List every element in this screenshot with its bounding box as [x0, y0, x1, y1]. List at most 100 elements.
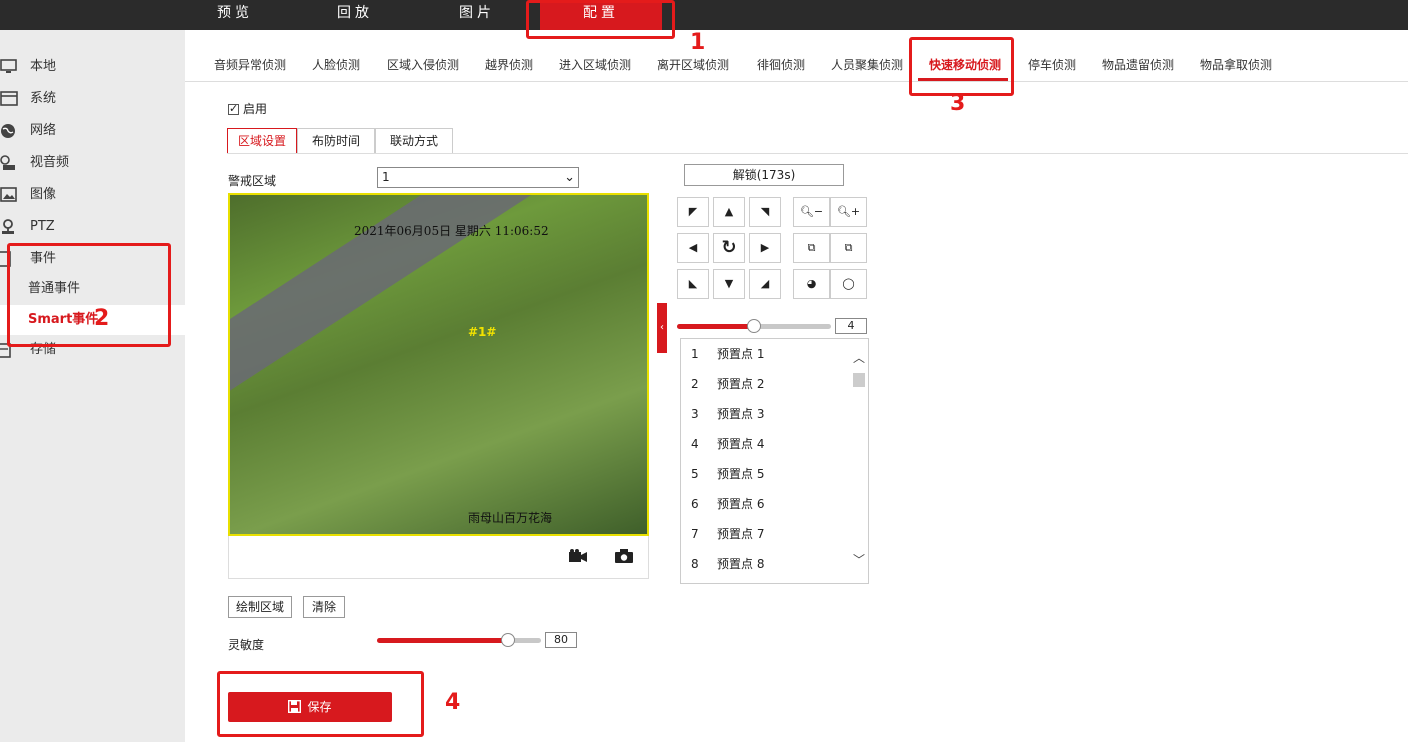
- preset-row[interactable]: 1 预置点 1: [681, 339, 851, 369]
- sidebar-item-label: PTZ: [30, 219, 55, 234]
- sidebar-item-system[interactable]: 系统: [0, 84, 185, 114]
- top-nav-bar: 预览 回放 图片 配置: [0, 0, 1408, 30]
- preset-number: 6: [691, 497, 699, 511]
- tab-audio-exception[interactable]: 音频异常侦测: [214, 56, 286, 73]
- tab-linkage-method[interactable]: 联动方式: [375, 128, 453, 154]
- ptz-up-left-button[interactable]: ◤: [677, 197, 709, 227]
- arrow-up-icon: ▲: [724, 205, 734, 218]
- ptz-down-left-button[interactable]: ◣: [677, 269, 709, 299]
- sidebar-item-label: 网络: [30, 123, 57, 138]
- nav-picture[interactable]: 图片: [432, 0, 522, 30]
- annotation-box-2: [7, 243, 171, 347]
- tab-loitering[interactable]: 徘徊侦测: [757, 56, 805, 73]
- ptz-speed-slider-fill: [677, 324, 754, 329]
- tab-unattended-baggage[interactable]: 物品遗留侦测: [1102, 56, 1174, 73]
- sidebar-item-image[interactable]: 图像: [0, 180, 185, 210]
- preset-row[interactable]: 6 预置点 6: [681, 489, 851, 519]
- enable-label: 启用: [243, 102, 268, 116]
- preset-row[interactable]: 8 预置点 8: [681, 549, 851, 579]
- collapse-panel-button[interactable]: ‹: [657, 303, 667, 353]
- ptz-speed-value[interactable]: 4: [835, 318, 867, 334]
- image-icon: [0, 187, 17, 202]
- chevron-up-icon[interactable]: ︿: [850, 349, 868, 366]
- annotation-box-1: [526, 0, 675, 39]
- arrow-up-right-icon: ◥: [760, 205, 770, 218]
- tab-line-crossing[interactable]: 越界侦测: [485, 56, 533, 73]
- preset-row[interactable]: 3 预置点 3: [681, 399, 851, 429]
- ptz-right-button[interactable]: ▶: [749, 233, 781, 263]
- tab-parking[interactable]: 停车侦测: [1028, 56, 1076, 73]
- tab-area-settings[interactable]: 区域设置: [227, 128, 297, 154]
- tab-object-removal[interactable]: 物品拿取侦测: [1200, 56, 1272, 73]
- arrow-up-left-icon: ◤: [688, 205, 698, 218]
- tab-intrusion-detection[interactable]: 区域入侵侦测: [387, 56, 459, 73]
- preset-row[interactable]: 2 预置点 2: [681, 369, 851, 399]
- arrow-right-icon: ▶: [760, 241, 770, 254]
- sidebar-item-audio-video[interactable]: 视音频: [0, 148, 185, 178]
- ptz-speed-slider[interactable]: [677, 319, 831, 333]
- preset-name: 预置点 3: [717, 407, 765, 421]
- nav-preview[interactable]: 预览: [190, 0, 280, 30]
- ptz-down-button[interactable]: ▼: [713, 269, 745, 299]
- unlock-button[interactable]: 解锁(173s): [684, 164, 844, 186]
- ptz-down-right-button[interactable]: ◢: [749, 269, 781, 299]
- iris-open-button[interactable]: ◕: [793, 269, 830, 299]
- annotation-box-4: [217, 671, 424, 737]
- live-video-view[interactable]: 2021年06月05日 星期六 11:06:52 #1# 雨母山百万花海: [228, 193, 649, 536]
- video-timestamp: 2021年06月05日 星期六 11:06:52: [354, 224, 549, 238]
- sensitivity-slider[interactable]: [377, 633, 541, 647]
- preset-number: 4: [691, 437, 699, 451]
- preset-row[interactable]: 7 预置点 7: [681, 519, 851, 549]
- arrow-down-right-icon: ◢: [760, 277, 770, 290]
- focus-far-button[interactable]: ⧉: [830, 233, 867, 263]
- focus-near-button[interactable]: ⧉: [793, 233, 830, 263]
- focus-far-icon: ⧉: [844, 241, 853, 254]
- annotation-number: 1: [690, 30, 706, 55]
- preset-scrollbar[interactable]: ︿ ﹀: [850, 339, 868, 583]
- zoom-in-icon: 🔍︎+: [836, 205, 861, 218]
- sidebar-item-network[interactable]: 网络: [0, 116, 185, 146]
- ptz-icon: [2, 219, 14, 234]
- sidebar-item-local[interactable]: 本地: [0, 52, 185, 82]
- tab-face-detection[interactable]: 人脸侦测: [312, 56, 360, 73]
- scrollbar-thumb[interactable]: [853, 373, 865, 387]
- record-icon[interactable]: [569, 548, 587, 567]
- sidebar-item-label: 系统: [30, 91, 57, 106]
- zoom-out-button[interactable]: 🔍︎−: [793, 197, 830, 227]
- preset-number: 5: [691, 467, 699, 481]
- zone-select[interactable]: 1 ⌄: [377, 167, 579, 188]
- annotation-number: 2: [94, 306, 110, 331]
- zoom-in-button[interactable]: 🔍︎+: [830, 197, 867, 227]
- snapshot-icon[interactable]: [615, 548, 633, 567]
- preset-row[interactable]: 5 预置点 5: [681, 459, 851, 489]
- iris-close-icon: ◯: [842, 277, 855, 290]
- nav-playback[interactable]: 回放: [310, 0, 400, 30]
- ptz-up-right-button[interactable]: ◥: [749, 197, 781, 227]
- sensitivity-slider-knob[interactable]: [501, 633, 515, 647]
- checkbox-checked-icon[interactable]: [228, 102, 239, 115]
- annotation-box-3: [909, 37, 1014, 96]
- enable-checkbox[interactable]: 启用: [228, 100, 267, 117]
- tab-people-gathering[interactable]: 人员聚集侦测: [831, 56, 903, 73]
- preset-name: 预置点 4: [717, 437, 765, 451]
- tab-region-exiting[interactable]: 离开区域侦测: [657, 56, 729, 73]
- tab-region-entrance[interactable]: 进入区域侦测: [559, 56, 631, 73]
- annotation-number: 3: [950, 91, 966, 116]
- ptz-auto-button[interactable]: ↻: [713, 233, 745, 263]
- tab-arming-schedule[interactable]: 布防时间: [297, 128, 375, 154]
- clear-button[interactable]: 清除: [303, 596, 345, 618]
- focus-near-icon: ⧉: [807, 241, 816, 254]
- preset-name: 预置点 1: [717, 347, 765, 361]
- chevron-down-icon[interactable]: ﹀: [850, 551, 868, 568]
- preset-row[interactable]: 4 预置点 4: [681, 429, 851, 459]
- video-location: 雨母山百万花海: [468, 511, 553, 525]
- sidebar-item-label: 图像: [30, 187, 57, 202]
- iris-close-button[interactable]: ◯: [830, 269, 867, 299]
- sidebar-item-ptz[interactable]: PTZ: [0, 212, 185, 242]
- ptz-up-button[interactable]: ▲: [713, 197, 745, 227]
- ptz-speed-slider-knob[interactable]: [747, 319, 761, 333]
- ptz-left-button[interactable]: ◀: [677, 233, 709, 263]
- draw-area-button[interactable]: 绘制区域: [228, 596, 292, 618]
- sensitivity-value[interactable]: 80: [545, 632, 577, 648]
- zoom-out-icon: 🔍︎−: [799, 205, 824, 218]
